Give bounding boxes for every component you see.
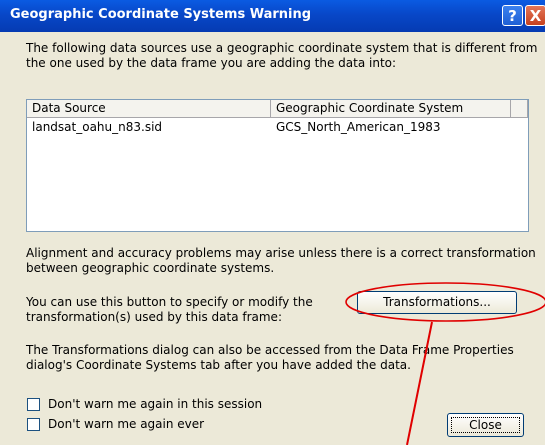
dialog-title: Geographic Coordinate Systems Warning — [10, 7, 312, 22]
close-icon[interactable]: X — [525, 5, 545, 26]
session-warning-checkbox[interactable] — [27, 398, 40, 411]
alignment-text-line2: between geographic coordinate systems. — [26, 261, 275, 275]
column-header-filler — [511, 100, 528, 118]
warning-dialog: Geographic Coordinate Systems Warning ? … — [0, 0, 545, 445]
specify-text-line2: transformation(s) used by this data fram… — [26, 310, 282, 324]
title-bar[interactable]: Geographic Coordinate Systems Warning ? … — [0, 0, 545, 32]
focus-ring — [451, 417, 520, 433]
list-header: Data Source Geographic Coordinate System — [27, 100, 528, 119]
alignment-text-line1: Alignment and accuracy problems may aris… — [26, 246, 536, 260]
cell-gcs: GCS_North_American_1983 — [276, 120, 441, 134]
specify-text-line1: You can use this button to specify or mo… — [26, 295, 313, 309]
annotation-arrow-line — [406, 321, 433, 445]
data-source-list[interactable]: Data Source Geographic Coordinate System… — [26, 99, 529, 232]
access-text-line2: dialog's Coordinate Systems tab after yo… — [26, 358, 411, 372]
table-row[interactable]: landsat_oahu_n83.sid GCS_North_American_… — [27, 119, 528, 135]
ever-warning-checkbox[interactable] — [27, 418, 40, 431]
column-header-data-source[interactable]: Data Source — [27, 100, 271, 118]
close-button[interactable]: Close — [447, 413, 524, 437]
column-header-gcs[interactable]: Geographic Coordinate System — [271, 100, 511, 118]
help-icon[interactable]: ? — [502, 5, 523, 26]
transformations-button[interactable]: Transformations... — [357, 291, 517, 314]
intro-text-line1: The following data sources use a geograp… — [26, 41, 538, 55]
cell-data-source: landsat_oahu_n83.sid — [32, 120, 163, 134]
intro-text-line2: the one used by the data frame you are a… — [26, 56, 397, 70]
session-warning-label[interactable]: Don't warn me again in this session — [48, 396, 262, 412]
ever-warning-label[interactable]: Don't warn me again ever — [48, 416, 204, 432]
access-text-line1: The Transformations dialog can also be a… — [26, 343, 514, 357]
